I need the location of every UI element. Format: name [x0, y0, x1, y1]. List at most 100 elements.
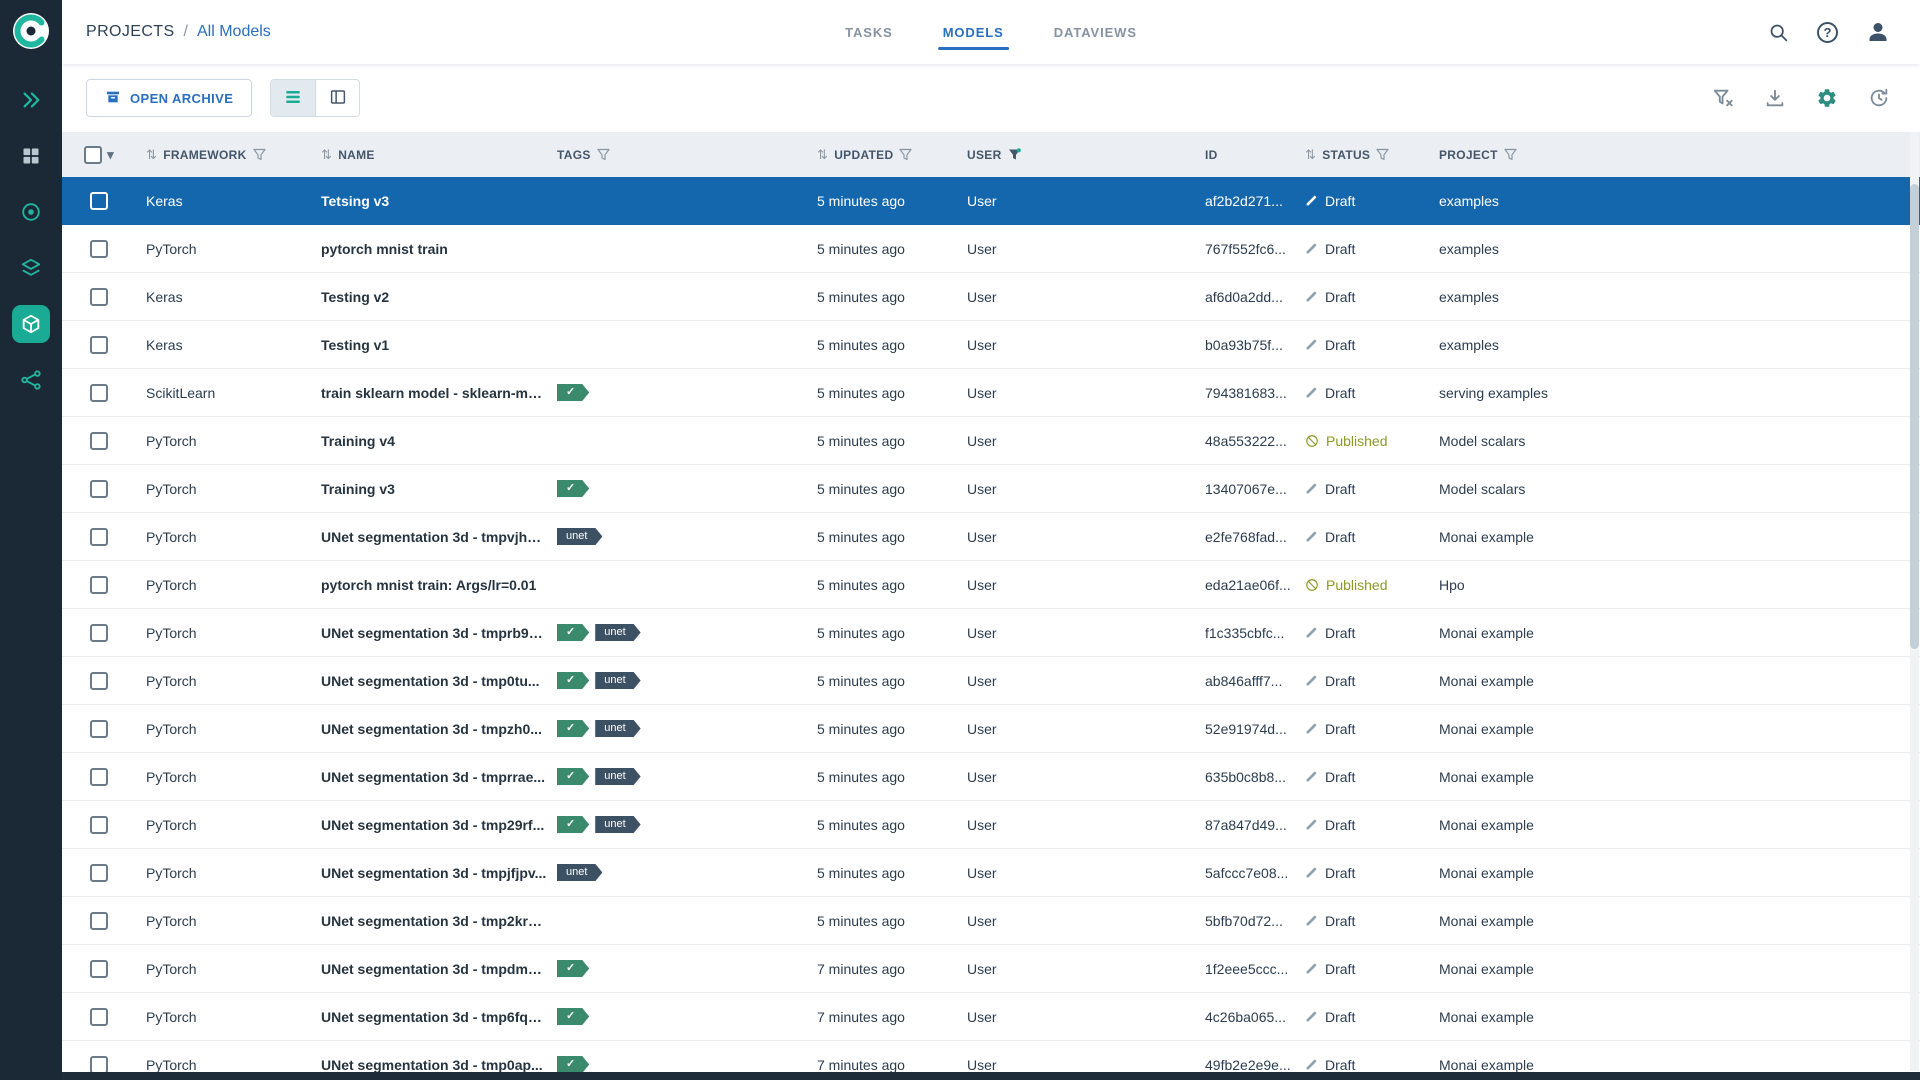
filter-active-icon[interactable]: [1008, 148, 1021, 161]
row-checkbox[interactable]: [90, 1008, 108, 1026]
row-checkbox[interactable]: [90, 912, 108, 930]
selection-dropdown-caret[interactable]: ▾: [107, 147, 114, 163]
column-header-name[interactable]: ⇅NAME: [311, 147, 547, 163]
table-row[interactable]: PyTorchUNet segmentation 3d - tmp2kr0...…: [62, 897, 1920, 945]
table-row[interactable]: PyTorchUNet segmentation 3d - tmp0tu...✓…: [62, 657, 1920, 705]
table-row[interactable]: PyTorchUNet segmentation 3d - tmp29rf...…: [62, 801, 1920, 849]
sidebar-item-models[interactable]: [0, 296, 62, 352]
table-row[interactable]: PyTorchTraining v45 minutes agoUser48a55…: [62, 417, 1920, 465]
row-checkbox[interactable]: [90, 240, 108, 258]
row-checkbox[interactable]: [90, 384, 108, 402]
sort-icon[interactable]: ⇅: [817, 147, 828, 163]
clear-filters-icon[interactable]: [1712, 87, 1734, 109]
help-icon[interactable]: ?: [1817, 22, 1838, 43]
cell-name[interactable]: UNet segmentation 3d - tmpzh0...: [311, 721, 547, 737]
cell-name[interactable]: UNet segmentation 3d - tmp0tu...: [311, 673, 547, 689]
clearml-logo-icon[interactable]: [10, 10, 52, 52]
cell-name[interactable]: UNet segmentation 3d - tmprrae...: [311, 769, 547, 785]
table-view-button[interactable]: [271, 80, 315, 116]
row-checkbox[interactable]: [90, 432, 108, 450]
row-checkbox[interactable]: [90, 960, 108, 978]
cell-name[interactable]: Testing v1: [311, 337, 547, 353]
table-row[interactable]: PyTorchpytorch mnist train: Args/lr=0.01…: [62, 561, 1920, 609]
sidebar-item-projects[interactable]: [0, 240, 62, 296]
cell-name[interactable]: UNet segmentation 3d - tmpvjhyl...: [311, 529, 547, 545]
table-row[interactable]: PyTorchUNet segmentation 3d - tmpzh0...✓…: [62, 705, 1920, 753]
sort-icon[interactable]: ⇅: [321, 147, 332, 163]
tab-dataviews[interactable]: DATAVIEWS: [1052, 21, 1139, 44]
cell-name[interactable]: UNet segmentation 3d - tmpjfjpv...: [311, 865, 547, 881]
cell-name[interactable]: UNet segmentation 3d - tmpdm4...: [311, 961, 547, 977]
row-checkbox[interactable]: [90, 864, 108, 882]
tab-tasks[interactable]: TASKS: [843, 21, 895, 44]
sidebar-item-pipelines[interactable]: [0, 352, 62, 408]
cell-name[interactable]: UNet segmentation 3d - tmp2kr0...: [311, 913, 547, 929]
table-row[interactable]: KerasTesting v25 minutes agoUseraf6d0a2d…: [62, 273, 1920, 321]
user-avatar-icon[interactable]: [1866, 20, 1890, 44]
table-row[interactable]: PyTorchUNet segmentation 3d - tmprb9d...…: [62, 609, 1920, 657]
download-icon[interactable]: [1764, 87, 1786, 109]
column-header-updated[interactable]: ⇅UPDATED: [807, 147, 957, 163]
row-checkbox[interactable]: [90, 480, 108, 498]
filter-icon[interactable]: [1504, 148, 1517, 161]
row-checkbox[interactable]: [90, 576, 108, 594]
table-row[interactable]: ScikitLearntrain sklearn model - sklearn…: [62, 369, 1920, 417]
settings-gear-icon[interactable]: [1816, 87, 1838, 109]
column-header-user[interactable]: USER: [957, 148, 1195, 162]
cell-name[interactable]: Training v3: [311, 481, 547, 497]
breadcrumb-all-models-link[interactable]: All Models: [197, 23, 271, 41]
filter-icon[interactable]: [899, 148, 912, 161]
cell-name[interactable]: train sklearn model - sklearn-mo...: [311, 385, 547, 401]
column-header-tags[interactable]: TAGS: [547, 148, 807, 162]
auto-refresh-icon[interactable]: [1868, 87, 1890, 109]
table-row[interactable]: PyTorchUNet segmentation 3d - tmpdm4...✓…: [62, 945, 1920, 993]
column-header-status[interactable]: ⇅STATUS: [1295, 147, 1429, 163]
column-header-id[interactable]: ID: [1195, 148, 1295, 162]
sidebar-item-workers-queues[interactable]: [0, 184, 62, 240]
filter-icon[interactable]: [1376, 148, 1389, 161]
sort-icon[interactable]: ⇅: [146, 147, 157, 163]
cell-name[interactable]: Training v4: [311, 433, 547, 449]
sort-icon[interactable]: ⇅: [1305, 147, 1316, 163]
scrollbar-thumb[interactable]: [1910, 184, 1919, 649]
filter-icon[interactable]: [597, 148, 610, 161]
row-checkbox[interactable]: [90, 768, 108, 786]
row-checkbox[interactable]: [90, 336, 108, 354]
search-icon[interactable]: [1768, 22, 1789, 43]
cell-name[interactable]: Testing v2: [311, 289, 547, 305]
table-row[interactable]: PyTorchUNet segmentation 3d - tmpjfjpv..…: [62, 849, 1920, 897]
sidebar-item-expand[interactable]: [0, 72, 62, 128]
row-checkbox[interactable]: [90, 288, 108, 306]
card-view-button[interactable]: [315, 80, 359, 116]
cell-name[interactable]: pytorch mnist train: [311, 241, 547, 257]
column-header-project[interactable]: PROJECT: [1429, 148, 1920, 162]
row-checkbox[interactable]: [90, 672, 108, 690]
cell-name[interactable]: UNet segmentation 3d - tmp6fq0...: [311, 1009, 547, 1025]
cell-name[interactable]: UNet segmentation 3d - tmprb9d...: [311, 625, 547, 641]
row-checkbox[interactable]: [90, 192, 108, 210]
filter-icon[interactable]: [253, 148, 266, 161]
cell-name[interactable]: UNet segmentation 3d - tmp0ap...: [311, 1057, 547, 1073]
cell-name[interactable]: UNet segmentation 3d - tmp29rf...: [311, 817, 547, 833]
sidebar-item-dashboard[interactable]: [0, 128, 62, 184]
table-row[interactable]: PyTorchUNet segmentation 3d - tmpvjhyl..…: [62, 513, 1920, 561]
table-row[interactable]: PyTorchUNet segmentation 3d - tmprrae...…: [62, 753, 1920, 801]
table-row[interactable]: PyTorchTraining v3✓5 minutes agoUser1340…: [62, 465, 1920, 513]
table-row[interactable]: KerasTetsing v35 minutes agoUseraf2b2d27…: [62, 177, 1920, 225]
cell-name[interactable]: Tetsing v3: [311, 193, 547, 209]
row-checkbox[interactable]: [90, 528, 108, 546]
row-checkbox[interactable]: [90, 720, 108, 738]
row-checkbox[interactable]: [90, 816, 108, 834]
table-row[interactable]: PyTorchUNet segmentation 3d - tmp6fq0...…: [62, 993, 1920, 1041]
tab-models[interactable]: MODELS: [941, 21, 1006, 44]
table-row[interactable]: KerasTesting v15 minutes agoUserb0a93b75…: [62, 321, 1920, 369]
row-checkbox[interactable]: [90, 624, 108, 642]
open-archive-button[interactable]: OPEN ARCHIVE: [86, 79, 252, 117]
table-row[interactable]: PyTorchpytorch mnist train5 minutes agoU…: [62, 225, 1920, 273]
cell-name[interactable]: pytorch mnist train: Args/lr=0.01: [311, 577, 547, 593]
breadcrumb-projects-link[interactable]: PROJECTS: [86, 23, 175, 41]
vertical-scrollbar[interactable]: [1910, 132, 1919, 1071]
column-header-framework[interactable]: ⇅FRAMEWORK: [136, 147, 311, 163]
row-checkbox[interactable]: [90, 1056, 108, 1074]
select-all-checkbox[interactable]: [84, 146, 102, 164]
